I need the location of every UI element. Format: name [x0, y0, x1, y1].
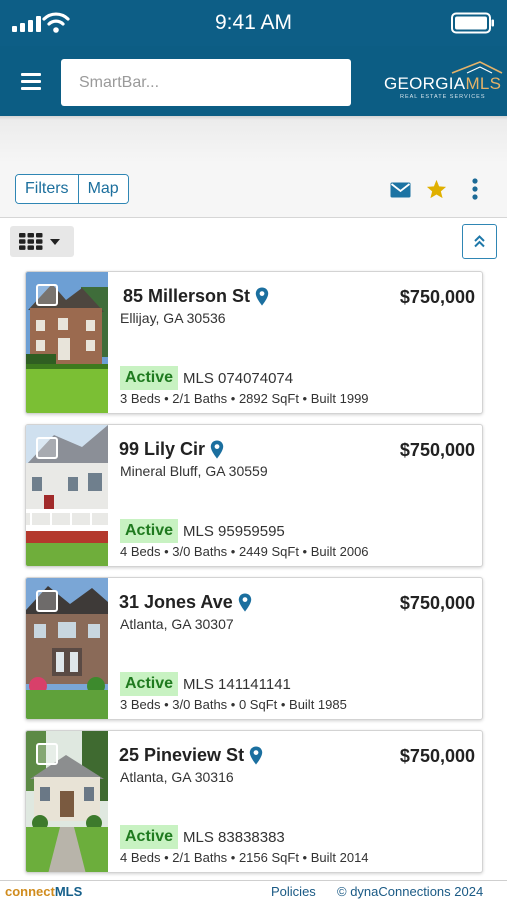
- select-checkbox[interactable]: [36, 743, 58, 765]
- logo-text: GEORGIAMLS: [384, 74, 502, 93]
- policies-link[interactable]: Policies: [271, 884, 316, 899]
- listing-photo: [26, 272, 108, 413]
- listing-city: Mineral Bluff, GA 30559: [120, 463, 268, 479]
- listing-address: 25 Pineview St: [119, 745, 263, 766]
- select-checkbox[interactable]: [36, 284, 58, 306]
- collapse-button[interactable]: [462, 224, 497, 259]
- status-badge: Active: [120, 519, 179, 543]
- mls-number: MLS 95959595: [183, 522, 285, 540]
- listing-city: Ellijay, GA 30536: [120, 310, 226, 326]
- mls-number: MLS 83838383: [183, 828, 285, 846]
- listing-status-row: Active MLS 141141141: [120, 672, 291, 696]
- grid-view-icon: [19, 233, 43, 250]
- toolbar: Filters Map: [0, 164, 507, 218]
- status-badge: Active: [120, 672, 179, 696]
- star-icon[interactable]: [426, 179, 447, 199]
- status-bar: 9:41 AM: [0, 0, 507, 46]
- caret-down-icon: [50, 239, 60, 245]
- logo-tagline: REAL ESTATE SERVICES: [400, 94, 486, 100]
- map-button[interactable]: Map: [77, 175, 128, 203]
- more-vertical-icon[interactable]: [471, 178, 479, 200]
- hamburger-icon[interactable]: [21, 73, 41, 90]
- listing-card[interactable]: 85 Millerson St Ellijay, GA 30536 $750,0…: [25, 271, 483, 414]
- listing-price: $750,000: [399, 593, 475, 613]
- listing-address: 85 Millerson St: [123, 286, 269, 307]
- listing-price: $750,000: [399, 440, 475, 460]
- listing-card[interactable]: 25 Pineview St Atlanta, GA 30316 $750,00…: [25, 730, 483, 873]
- smartbar-search-input[interactable]: [61, 59, 351, 106]
- listing-details: 3 Beds • 2/1 Baths • 2892 SqFt • Built 1…: [120, 391, 369, 406]
- chevron-double-up-icon: [474, 235, 485, 248]
- battery-icon: [451, 12, 494, 34]
- mls-number: MLS 074074074: [183, 369, 294, 387]
- copyright-text: © dynaConnections 2024: [337, 884, 484, 899]
- map-pin-icon[interactable]: [249, 746, 263, 765]
- logo-roof-icon: [451, 61, 503, 74]
- listing-price: $750,000: [399, 746, 475, 766]
- listing-photo: [26, 731, 108, 872]
- header-shadow-band: [0, 116, 507, 164]
- listing-city: Atlanta, GA 30316: [120, 769, 234, 785]
- listing-photo: [26, 578, 108, 719]
- envelope-icon[interactable]: [390, 182, 411, 198]
- listing-address: 31 Jones Ave: [119, 592, 252, 613]
- grid-view-button[interactable]: [10, 226, 74, 257]
- map-pin-icon[interactable]: [238, 593, 252, 612]
- view-toggle-group: Filters Map: [15, 174, 129, 204]
- listing-status-row: Active MLS 95959595: [120, 519, 285, 543]
- status-badge: Active: [120, 825, 179, 849]
- listing-price: $750,000: [399, 287, 475, 307]
- status-time: 9:41 AM: [214, 11, 293, 34]
- filters-button[interactable]: Filters: [16, 175, 78, 203]
- map-pin-icon[interactable]: [255, 287, 269, 306]
- listing-details: 3 Beds • 3/0 Baths • 0 SqFt • Built 1985: [120, 697, 347, 712]
- listing-card[interactable]: 99 Lily Cir Mineral Bluff, GA 30559 $750…: [25, 424, 483, 567]
- map-pin-icon[interactable]: [210, 440, 224, 459]
- listing-city: Atlanta, GA 30307: [120, 616, 234, 632]
- listing-card[interactable]: 31 Jones Ave Atlanta, GA 30307 $750,000 …: [25, 577, 483, 720]
- status-badge: Active: [120, 366, 179, 390]
- listing-status-row: Active MLS 074074074: [120, 366, 293, 390]
- footer: connectMLS Policies © dynaConnections 20…: [0, 880, 507, 900]
- connectmls-logo: connectMLS: [5, 884, 83, 899]
- georgia-mls-logo: GEORGIAMLS REAL ESTATE SERVICES: [382, 60, 504, 106]
- listing-status-row: Active MLS 83838383: [120, 825, 285, 849]
- select-checkbox[interactable]: [36, 590, 58, 612]
- listing-details: 4 Beds • 3/0 Baths • 2449 SqFt • Built 2…: [120, 544, 369, 559]
- app-header: GEORGIAMLS REAL ESTATE SERVICES: [0, 46, 507, 116]
- listing-photo: [26, 425, 108, 566]
- mls-number: MLS 141141141: [183, 675, 291, 693]
- listing-address: 99 Lily Cir: [119, 439, 224, 460]
- listing-details: 4 Beds • 2/1 Baths • 2156 SqFt • Built 2…: [120, 850, 369, 865]
- select-checkbox[interactable]: [36, 437, 58, 459]
